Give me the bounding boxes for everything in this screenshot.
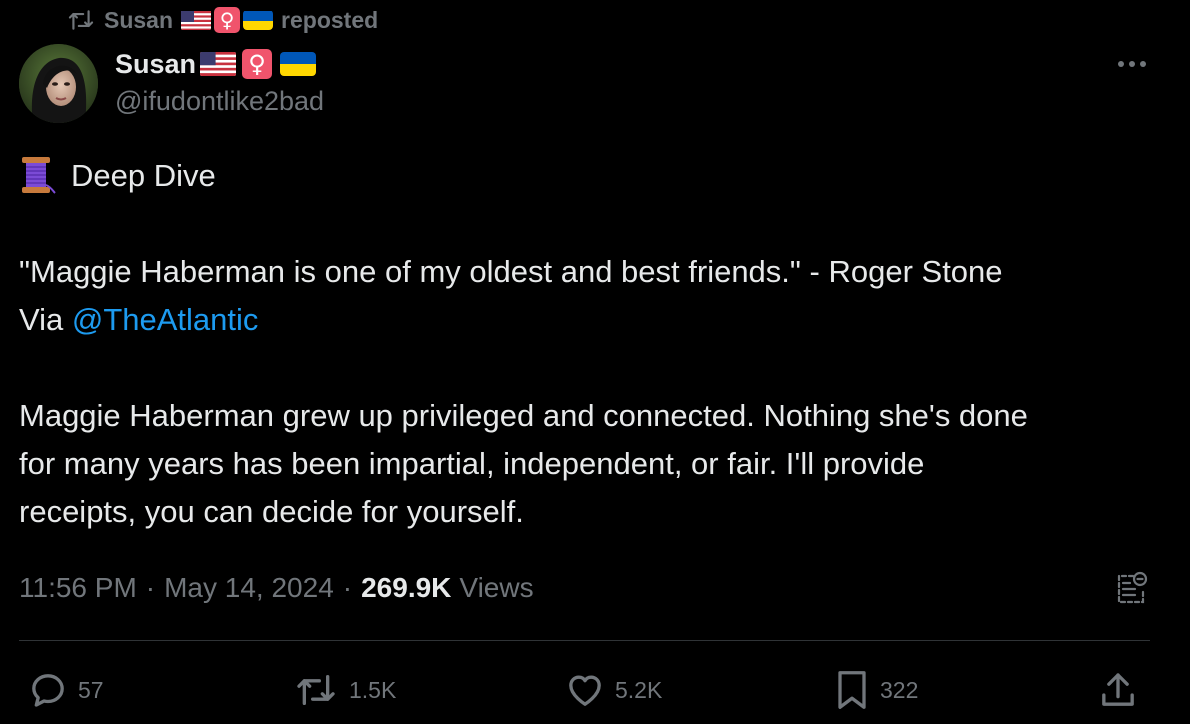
tweet-paragraph-line: for many years has been impartial, indep… (19, 446, 925, 481)
us-flag-emoji (200, 52, 237, 76)
repost-icon (66, 7, 96, 33)
community-notes-button[interactable] (1110, 568, 1152, 608)
more-options-button[interactable] (1110, 46, 1154, 82)
meta-separator: · (145, 572, 156, 603)
tweet-quote-line: "Maggie Haberman is one of my oldest and… (19, 254, 1003, 289)
tweet-paragraph-line: receipts, you can decide for yourself. (19, 494, 524, 529)
female-sign-emoji: ♀ (214, 7, 241, 33)
views-label: Views (459, 572, 534, 603)
tweet-paragraph-line: Maggie Haberman grew up privileged and c… (19, 398, 1028, 433)
reply-icon (32, 674, 64, 707)
tweet-date[interactable]: May 14, 2024 (164, 572, 334, 604)
tweet-meta: 11:56 PM · May 14, 2024 · 269.9K Views (19, 568, 534, 608)
reply-button[interactable]: 57 (28, 666, 104, 714)
repost-count: 1.5K (349, 676, 397, 703)
more-dots-icon (1118, 61, 1146, 67)
divider (19, 640, 1150, 641)
tweet-time[interactable]: 11:56 PM (19, 572, 137, 604)
like-button[interactable]: 5.2K (565, 666, 662, 714)
female-sign-emoji: ♀ (242, 49, 273, 79)
ukraine-flag-emoji (243, 10, 274, 30)
bookmark-count: 322 (880, 676, 919, 703)
repost-button[interactable]: 1.5K (293, 666, 396, 714)
mention-link[interactable]: @TheAtlantic (72, 302, 259, 337)
views-count: 269.9K (361, 572, 452, 603)
us-flag-emoji (181, 10, 212, 30)
meta-separator: · (342, 572, 353, 603)
ukraine-flag-emoji (280, 52, 317, 76)
reply-count: 57 (78, 676, 104, 703)
community-notes-icon (1117, 571, 1148, 604)
repost-banner[interactable]: Susan ♀ reposted (66, 4, 378, 36)
via-text: Via (19, 302, 72, 337)
share-button[interactable] (1098, 666, 1138, 714)
heart-icon (569, 675, 601, 706)
display-name[interactable]: Susan (115, 49, 196, 80)
action-bar: 57 1.5K 5.2K 322 (0, 666, 1190, 714)
share-icon (1102, 673, 1134, 706)
user-handle[interactable]: @ifudontlike2bad (115, 86, 324, 117)
avatar-photo (19, 44, 98, 123)
like-count: 5.2K (615, 676, 663, 703)
repost-banner-label: reposted (281, 6, 379, 33)
repost-banner-name[interactable]: Susan (104, 7, 173, 34)
repost-icon (297, 675, 335, 705)
tweet-via-line: Via @TheAtlantic (19, 296, 1169, 344)
tweet-heading-line: Deep Dive (19, 152, 1169, 200)
bookmark-button[interactable]: 322 (834, 666, 918, 714)
bookmark-icon (838, 671, 866, 709)
tweet-heading: Deep Dive (71, 158, 216, 193)
tweet-text: Deep Dive "Maggie Haberman is one of my … (19, 152, 1169, 536)
display-name-row[interactable]: Susan ♀ (115, 44, 324, 84)
avatar[interactable] (19, 44, 98, 123)
thread-spool-emoji (19, 155, 57, 195)
author-info: Susan ♀ @ifudontlike2bad (115, 44, 324, 117)
